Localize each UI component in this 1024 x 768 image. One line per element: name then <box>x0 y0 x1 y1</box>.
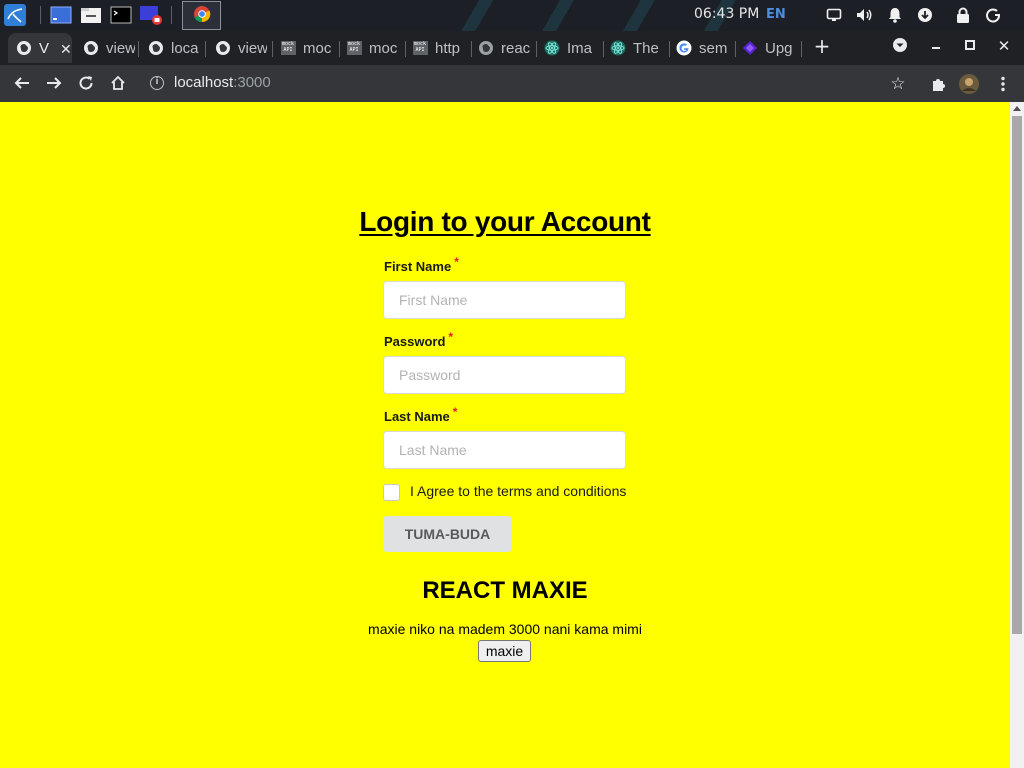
globe-icon <box>16 40 32 56</box>
page-content: Login to your Account First Name* Passwo… <box>0 102 1010 768</box>
globe-icon <box>478 40 494 56</box>
required-mark: * <box>448 330 454 344</box>
home-icon[interactable] <box>107 72 129 94</box>
workspace-icon[interactable] <box>49 3 73 27</box>
tab-title: Upg <box>765 39 793 57</box>
kali-menu-icon[interactable] <box>3 3 27 27</box>
globe-icon <box>83 40 99 56</box>
tab-title: reac <box>501 39 530 57</box>
taskbar-separator <box>171 6 172 24</box>
new-tab-icon[interactable]: + <box>812 34 832 58</box>
tab[interactable]: Ima <box>536 33 598 63</box>
back-icon[interactable] <box>11 72 33 94</box>
first-name-label: First Name * <box>384 255 459 274</box>
submit-button[interactable]: TUMA-BUDA <box>383 516 512 552</box>
password-label: Password * <box>384 330 454 349</box>
terminal-icon[interactable] <box>109 3 133 27</box>
extensions-icon[interactable] <box>927 73 949 95</box>
update-icon[interactable] <box>915 5 935 25</box>
close-icon[interactable]: ✕ <box>60 41 72 58</box>
tab[interactable]: The <box>602 33 666 63</box>
tab-title: sem <box>699 39 728 57</box>
tab-title: http <box>435 39 461 57</box>
section-title: REACT MAXIE <box>422 577 588 604</box>
url-host: localhost <box>174 74 234 91</box>
tab-title: loca <box>171 39 199 57</box>
password-field[interactable] <box>383 356 626 394</box>
minimize-icon[interactable] <box>926 37 946 55</box>
window-close-icon[interactable]: ✕ <box>994 37 1014 55</box>
tab[interactable]: mock API moc <box>338 33 400 63</box>
reload-icon[interactable] <box>75 72 97 94</box>
keyboard-language[interactable]: EN <box>766 7 786 22</box>
maxie-button[interactable]: maxie <box>478 640 531 662</box>
tab-title: moc <box>303 39 332 57</box>
lock-icon[interactable] <box>953 5 973 25</box>
volume-icon[interactable] <box>855 5 875 25</box>
file-manager-icon[interactable] <box>79 3 103 27</box>
browser-toolbar: i localhost:3000 ☆ <box>0 65 1024 102</box>
tab-title: V <box>39 39 50 57</box>
scroll-up-arrow-icon[interactable] <box>1013 106 1021 111</box>
menu-kebab-icon[interactable] <box>992 73 1014 95</box>
scrollbar-thumb[interactable] <box>1012 116 1022 634</box>
screen-recorder-icon[interactable] <box>139 3 163 27</box>
page-title: Login to your Account <box>359 206 651 237</box>
tab[interactable]: view <box>207 33 267 63</box>
first-name-field[interactable] <box>383 281 626 319</box>
mock-api-icon: mock API <box>412 41 428 55</box>
taskbar-separator <box>40 6 41 24</box>
last-name-label: Last Name * <box>384 405 458 424</box>
diamond-icon <box>742 40 758 56</box>
google-icon <box>676 40 692 56</box>
os-taskbar: 06:43 PM EN <box>0 0 1024 31</box>
section-text: maxie niko na madem 3000 nani kama mimi <box>368 621 642 637</box>
terms-label[interactable]: I Agree to the terms and conditions <box>410 483 626 499</box>
display-icon[interactable] <box>824 5 844 25</box>
tab-divider <box>205 41 206 57</box>
required-mark: * <box>454 255 459 269</box>
tab-search-icon[interactable] <box>890 37 910 57</box>
vertical-scrollbar[interactable] <box>1010 102 1024 768</box>
notifications-icon[interactable] <box>885 5 905 25</box>
site-info-icon[interactable]: i <box>150 76 164 90</box>
tab[interactable]: mock API moc <box>272 33 334 63</box>
tab-divider <box>801 41 802 57</box>
address-bar[interactable]: localhost:3000 <box>174 74 271 91</box>
tab[interactable]: view <box>75 33 135 63</box>
maximize-icon[interactable] <box>960 37 980 55</box>
tab[interactable]: loca <box>140 33 200 63</box>
url-port: :3000 <box>233 74 271 91</box>
terms-checkbox[interactable] <box>383 484 400 501</box>
tab-title: view <box>106 39 135 57</box>
profile-avatar[interactable] <box>958 73 980 95</box>
react-icon <box>544 40 560 56</box>
tab-title: view <box>238 39 267 57</box>
globe-icon <box>148 40 164 56</box>
taskbar-chrome-button[interactable] <box>182 1 221 30</box>
forward-icon[interactable] <box>43 72 65 94</box>
clock[interactable]: 06:43 PM <box>694 6 759 22</box>
tab-title: Ima <box>567 39 593 57</box>
react-icon <box>610 40 626 56</box>
power-icon[interactable] <box>983 5 1003 25</box>
tab[interactable]: mock API http <box>404 33 466 63</box>
tab-title: moc <box>369 39 398 57</box>
tab-title: The <box>633 39 659 57</box>
tab-active[interactable]: V ✕ <box>8 33 72 63</box>
tab[interactable]: reac <box>470 33 530 63</box>
mock-api-icon: mock API <box>280 41 296 55</box>
bookmark-star-icon[interactable]: ☆ <box>887 73 909 95</box>
tab-divider <box>138 41 139 57</box>
last-name-field[interactable] <box>383 431 626 469</box>
required-mark: * <box>452 405 458 419</box>
mock-api-icon: mock API <box>346 41 362 55</box>
globe-icon <box>215 40 231 56</box>
tab[interactable]: sem <box>668 33 730 63</box>
browser-tab-strip: V ✕ view loca view mock API moc mock API m… <box>0 31 1024 65</box>
chrome-icon <box>193 5 211 27</box>
tab[interactable]: Upg <box>734 33 796 63</box>
